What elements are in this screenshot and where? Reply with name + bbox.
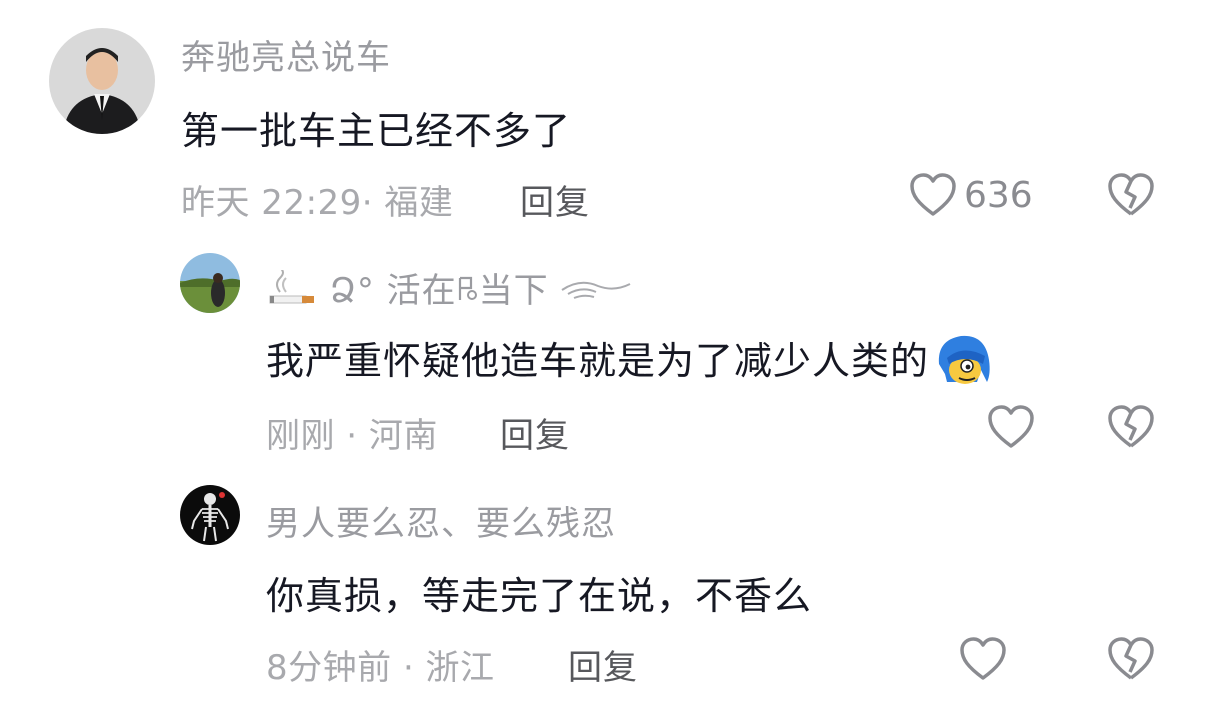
- comment-meta: 昨天 22:29· 福建: [181, 183, 454, 223]
- reply-button[interactable]: 回复: [520, 175, 590, 224]
- comment-text-body: 我严重怀疑他造车就是为了减少人类的: [266, 339, 930, 383]
- reply-button[interactable]: 回复: [568, 640, 638, 689]
- comment-meta: 8分钟前 · 浙江: [266, 648, 495, 688]
- reply-item: 男人要么忍、要么残忍 你真损，等走完了在说，不香么 8分钟前 · 浙江 回复: [0, 470, 1206, 702]
- like-button[interactable]: [986, 404, 1036, 450]
- dislike-button[interactable]: [1106, 172, 1156, 218]
- avatar[interactable]: [180, 253, 240, 313]
- comment-username[interactable]: 男人要么忍、要么残忍: [266, 496, 616, 545]
- small-glyph-icon: [457, 273, 479, 313]
- comment-text: 你真损，等走完了在说，不香么: [266, 574, 813, 618]
- comment-text: 我严重怀疑他造车就是为了减少人类的: [266, 330, 993, 394]
- like-count: 636: [964, 174, 1033, 216]
- reply-button[interactable]: 回复: [500, 408, 570, 457]
- comment-username[interactable]: Ձ° 活在 当下: [266, 263, 632, 315]
- comment-meta: 刚刚 · 河南: [266, 416, 438, 456]
- like-button[interactable]: [958, 636, 1008, 682]
- grassland-avatar-icon: [180, 253, 240, 313]
- username-text-2: 当下: [478, 271, 549, 311]
- dislike-button[interactable]: [1106, 404, 1156, 450]
- comment-text: 第一批车主已经不多了: [181, 109, 572, 153]
- username-prefix-deco: Ձ°: [329, 271, 375, 311]
- skeleton-avatar-icon: [180, 485, 240, 545]
- blue-hair-emoji-icon: [933, 330, 993, 390]
- heart-icon: [958, 636, 1008, 682]
- avatar[interactable]: [49, 28, 155, 134]
- reply-item: Ձ° 活在 当下 我严重怀疑他造车就是为了减少人类的 刚刚 · 河南 回复: [0, 230, 1206, 470]
- broken-heart-icon: [1106, 172, 1156, 218]
- like-button[interactable]: 636: [908, 172, 1033, 218]
- username-text: 活在: [386, 271, 457, 311]
- avatar[interactable]: [180, 485, 240, 545]
- comment-username[interactable]: 奔驰亮总说车: [181, 30, 391, 79]
- cigarette-icon: [266, 267, 318, 315]
- man-in-suit-avatar-icon: [49, 28, 155, 134]
- comment-item: 奔驰亮总说车 第一批车主已经不多了 昨天 22:29· 福建 回复 636: [0, 0, 1206, 230]
- heart-icon: [986, 404, 1036, 450]
- heart-icon: [908, 172, 958, 218]
- broken-heart-icon: [1106, 404, 1156, 450]
- wave-deco-icon: [560, 273, 632, 313]
- broken-heart-icon: [1106, 636, 1156, 682]
- dislike-button[interactable]: [1106, 636, 1156, 682]
